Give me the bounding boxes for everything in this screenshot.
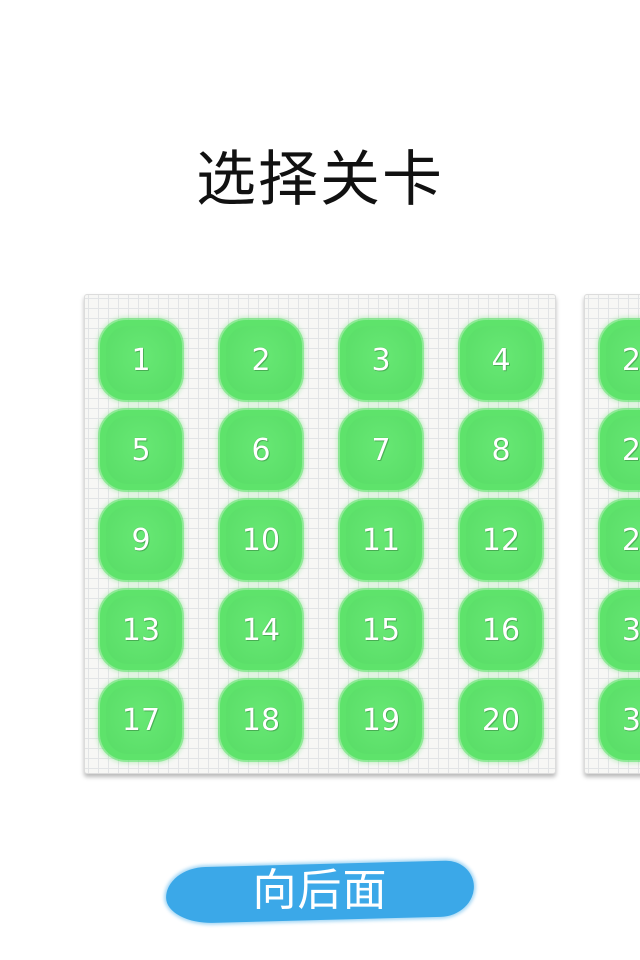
- level-number: 13: [121, 612, 161, 648]
- level-button[interactable]: 13: [97, 587, 185, 673]
- level-button[interactable]: 6: [217, 407, 305, 493]
- level-number: 37: [621, 702, 640, 738]
- level-button[interactable]: 29: [597, 497, 640, 583]
- level-button[interactable]: 9: [97, 497, 185, 583]
- level-number: 15: [361, 612, 401, 648]
- level-number: 21: [621, 342, 640, 378]
- level-button[interactable]: 17: [97, 677, 185, 763]
- level-button[interactable]: 19: [337, 677, 425, 763]
- level-button[interactable]: 2: [217, 317, 305, 403]
- level-number: 20: [481, 702, 521, 738]
- level-button[interactable]: 5: [97, 407, 185, 493]
- level-button[interactable]: 18: [217, 677, 305, 763]
- level-button[interactable]: 7: [337, 407, 425, 493]
- level-number: 10: [241, 522, 281, 558]
- level-button[interactable]: 21: [597, 317, 640, 403]
- level-number: 3: [371, 342, 391, 378]
- level-number: 4: [491, 342, 511, 378]
- level-number: 16: [481, 612, 521, 648]
- level-button[interactable]: 4: [457, 317, 545, 403]
- level-button[interactable]: 1: [97, 317, 185, 403]
- level-number: 18: [241, 702, 281, 738]
- level-button[interactable]: 15: [337, 587, 425, 673]
- level-button[interactable]: 14: [217, 587, 305, 673]
- level-number: 6: [251, 432, 271, 468]
- level-number: 29: [621, 522, 640, 558]
- level-button[interactable]: 20: [457, 677, 545, 763]
- level-number: 33: [621, 612, 640, 648]
- level-select-screen: 选择关卡 1 2 3 4 5 6 7 8 9 10 11 12 13 14 15…: [0, 0, 640, 960]
- level-button[interactable]: 3: [337, 317, 425, 403]
- back-button[interactable]: 向后面: [165, 858, 475, 925]
- level-number: 19: [361, 702, 401, 738]
- level-page-current[interactable]: 1 2 3 4 5 6 7 8 9 10 11 12 13 14 15 16 1…: [84, 294, 556, 774]
- level-button[interactable]: 12: [457, 497, 545, 583]
- level-grid: 1 2 3 4 5 6 7 8 9 10 11 12 13 14 15 16 1…: [97, 317, 545, 763]
- level-button[interactable]: 11: [337, 497, 425, 583]
- level-number: 17: [121, 702, 161, 738]
- level-button[interactable]: 10: [217, 497, 305, 583]
- back-button-label: 向后面: [252, 865, 388, 916]
- level-button[interactable]: 8: [457, 407, 545, 493]
- level-number: 11: [361, 522, 401, 558]
- level-number: 14: [241, 612, 281, 648]
- level-button[interactable]: 25: [597, 407, 640, 493]
- level-number: 25: [621, 432, 640, 468]
- level-number: 9: [131, 522, 151, 558]
- level-button[interactable]: 37: [597, 677, 640, 763]
- level-button[interactable]: 16: [457, 587, 545, 673]
- level-number: 7: [371, 432, 391, 468]
- level-number: 5: [131, 432, 151, 468]
- level-number: 1: [131, 342, 151, 378]
- page-title: 选择关卡: [196, 145, 444, 215]
- level-button[interactable]: 33: [597, 587, 640, 673]
- level-number: 8: [491, 432, 511, 468]
- level-grid: 21 22 23 24 25 26 27 28 29 30 31 32 33 3…: [597, 317, 640, 763]
- level-number: 2: [251, 342, 271, 378]
- level-number: 12: [481, 522, 521, 558]
- level-page-next[interactable]: 21 22 23 24 25 26 27 28 29 30 31 32 33 3…: [584, 294, 640, 774]
